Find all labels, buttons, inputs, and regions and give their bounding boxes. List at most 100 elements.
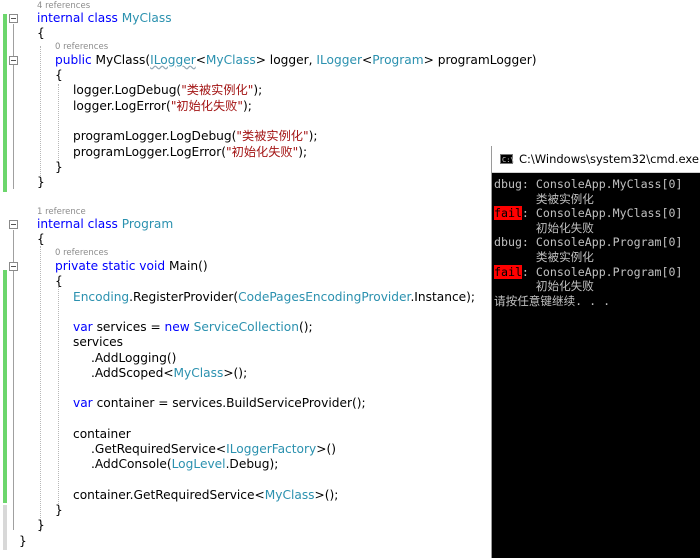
type-token: Encoding [73, 290, 130, 304]
indent-guide [58, 286, 59, 508]
change-indicator-bar [3, 14, 7, 192]
keyword-token: new [164, 320, 194, 334]
code-line[interactable]: var container = services.BuildServicePro… [73, 394, 366, 412]
collapse-icon[interactable] [9, 220, 18, 229]
code-line[interactable]: { [55, 66, 63, 84]
identifier-token: container.GetRequiredService< [73, 488, 265, 502]
identifier-token: > programLogger) [423, 53, 537, 67]
identifier-token: services [73, 335, 124, 349]
change-indicator-bar [3, 270, 7, 503]
identifier-token: container [73, 427, 131, 441]
brace-token: { [55, 68, 63, 82]
console-titlebar[interactable]: C:\ C:\Windows\system32\cmd.exe [492, 146, 700, 173]
brace-token: { [55, 274, 63, 288]
code-line[interactable]: logger.LogError("初始化失败"); [73, 97, 252, 115]
code-line[interactable]: } [55, 158, 63, 176]
log-category: : ConsoleApp.MyClass[0] [521, 206, 683, 221]
brace-token: } [37, 518, 45, 532]
identifier-token: Main() [168, 259, 208, 273]
console-title: C:\Windows\system32\cmd.exe [519, 152, 699, 166]
console-window[interactable]: C:\ C:\Windows\system32\cmd.exe dbug: Co… [491, 146, 700, 558]
console-line: 初始化失败 [494, 279, 700, 294]
identifier-token: logger.LogDebug( [73, 83, 182, 97]
code-line[interactable]: { [37, 230, 45, 248]
log-level-dbug-label: dbug [494, 235, 522, 250]
identifier-token: ); [242, 99, 252, 113]
identifier-token: >(); [314, 488, 339, 502]
console-line: 初始化失败 [494, 221, 700, 236]
type-token: ILogger [316, 53, 362, 67]
collapse-icon[interactable] [9, 14, 18, 23]
console-line: dbug: ConsoleApp.Program[0] [494, 235, 700, 250]
keyword-token: public [55, 53, 96, 67]
type-token: ServiceCollection [193, 320, 299, 334]
code-line[interactable]: } [55, 501, 63, 519]
code-line[interactable]: internal class MyClass [37, 9, 172, 27]
type-token: MyClass [205, 53, 256, 67]
type-token: CodePagesEncodingProvider [238, 290, 411, 304]
log-category: : ConsoleApp.Program[0] [521, 235, 683, 250]
identifier-token: ); [253, 83, 263, 97]
outline-line [13, 230, 14, 530]
brace-token: { [37, 26, 45, 40]
log-level-fail-badge: fail [494, 206, 522, 221]
code-line[interactable]: Encoding.RegisterProvider(CodePagesEncod… [73, 288, 475, 306]
code-line[interactable]: private static void Main() [55, 257, 208, 275]
code-line[interactable]: } [19, 532, 27, 550]
collapse-icon[interactable] [9, 56, 18, 65]
string-token: "类被实例化" [236, 129, 309, 143]
punct-token: < [195, 53, 206, 67]
string-token: "初始化失败" [226, 145, 299, 159]
indent-guide [40, 246, 41, 532]
brace-token: } [37, 175, 45, 189]
console-line: 类被实例化 [494, 250, 700, 265]
console-line: fail: ConsoleApp.Program[0] [494, 264, 700, 280]
console-line: dbug: ConsoleApp.MyClass[0] [494, 177, 700, 192]
keyword-token: var [73, 396, 93, 410]
code-line[interactable]: container.GetRequiredService<MyClass>(); [73, 486, 338, 504]
identifier-token: .GetRequiredService< [91, 442, 227, 456]
type-token: Program [121, 217, 174, 231]
code-line[interactable]: } [37, 516, 45, 534]
identifier-token: .RegisterProvider( [129, 290, 239, 304]
change-indicator-bar [3, 505, 7, 550]
identifier-token: logger.LogError( [73, 99, 171, 113]
log-message: 初始化失败 [494, 220, 594, 235]
indent-guide [40, 46, 41, 182]
brace-token: } [55, 503, 63, 517]
keyword-token: private static void [55, 259, 169, 273]
type-token: MyClass [121, 11, 172, 25]
identifier-token: container = services.BuildServiceProvide… [92, 396, 366, 410]
log-level-fail-badge: fail [494, 264, 522, 279]
identifier-token: .Debug); [225, 457, 279, 471]
identifier-token: ); [308, 129, 318, 143]
identifier-token: >(); [223, 366, 248, 380]
type-token: Program [372, 53, 424, 67]
code-line[interactable]: { [55, 272, 63, 290]
code-line[interactable]: { [37, 24, 45, 42]
identifier-token: services = [92, 320, 165, 334]
code-line[interactable]: } [37, 173, 45, 191]
brace-token: } [19, 534, 27, 548]
identifier-token: MyClass( [95, 53, 151, 67]
code-line[interactable]: .AddScoped<MyClass>(); [91, 364, 247, 382]
collapse-icon[interactable] [9, 262, 18, 271]
log-level-dbug-label: dbug [494, 177, 522, 191]
code-line[interactable]: programLogger.LogError("初始化失败"); [73, 143, 307, 161]
identifier-token: ); [298, 145, 308, 159]
type-token: LogLevel [171, 457, 226, 471]
log-message: 类被实例化 [494, 249, 594, 264]
string-token: "类被实例化" [181, 83, 254, 97]
type-token: MyClass [264, 488, 315, 502]
log-category: : ConsoleApp.MyClass[0] [521, 177, 683, 191]
code-line[interactable]: internal class Program [37, 215, 173, 233]
identifier-token: >() [316, 442, 336, 456]
type-token: ILogger [150, 53, 196, 67]
log-message: 请按任意键继续. . . [494, 293, 611, 308]
identifier-token: > logger, [255, 53, 317, 67]
keyword-token: internal class [37, 217, 122, 231]
log-category: : ConsoleApp.Program[0] [521, 264, 683, 279]
code-line[interactable]: .AddConsole(LogLevel.Debug); [91, 455, 278, 473]
identifier-token: (); [298, 320, 313, 334]
code-line[interactable]: public MyClass(ILogger<MyClass> logger, … [55, 51, 537, 69]
